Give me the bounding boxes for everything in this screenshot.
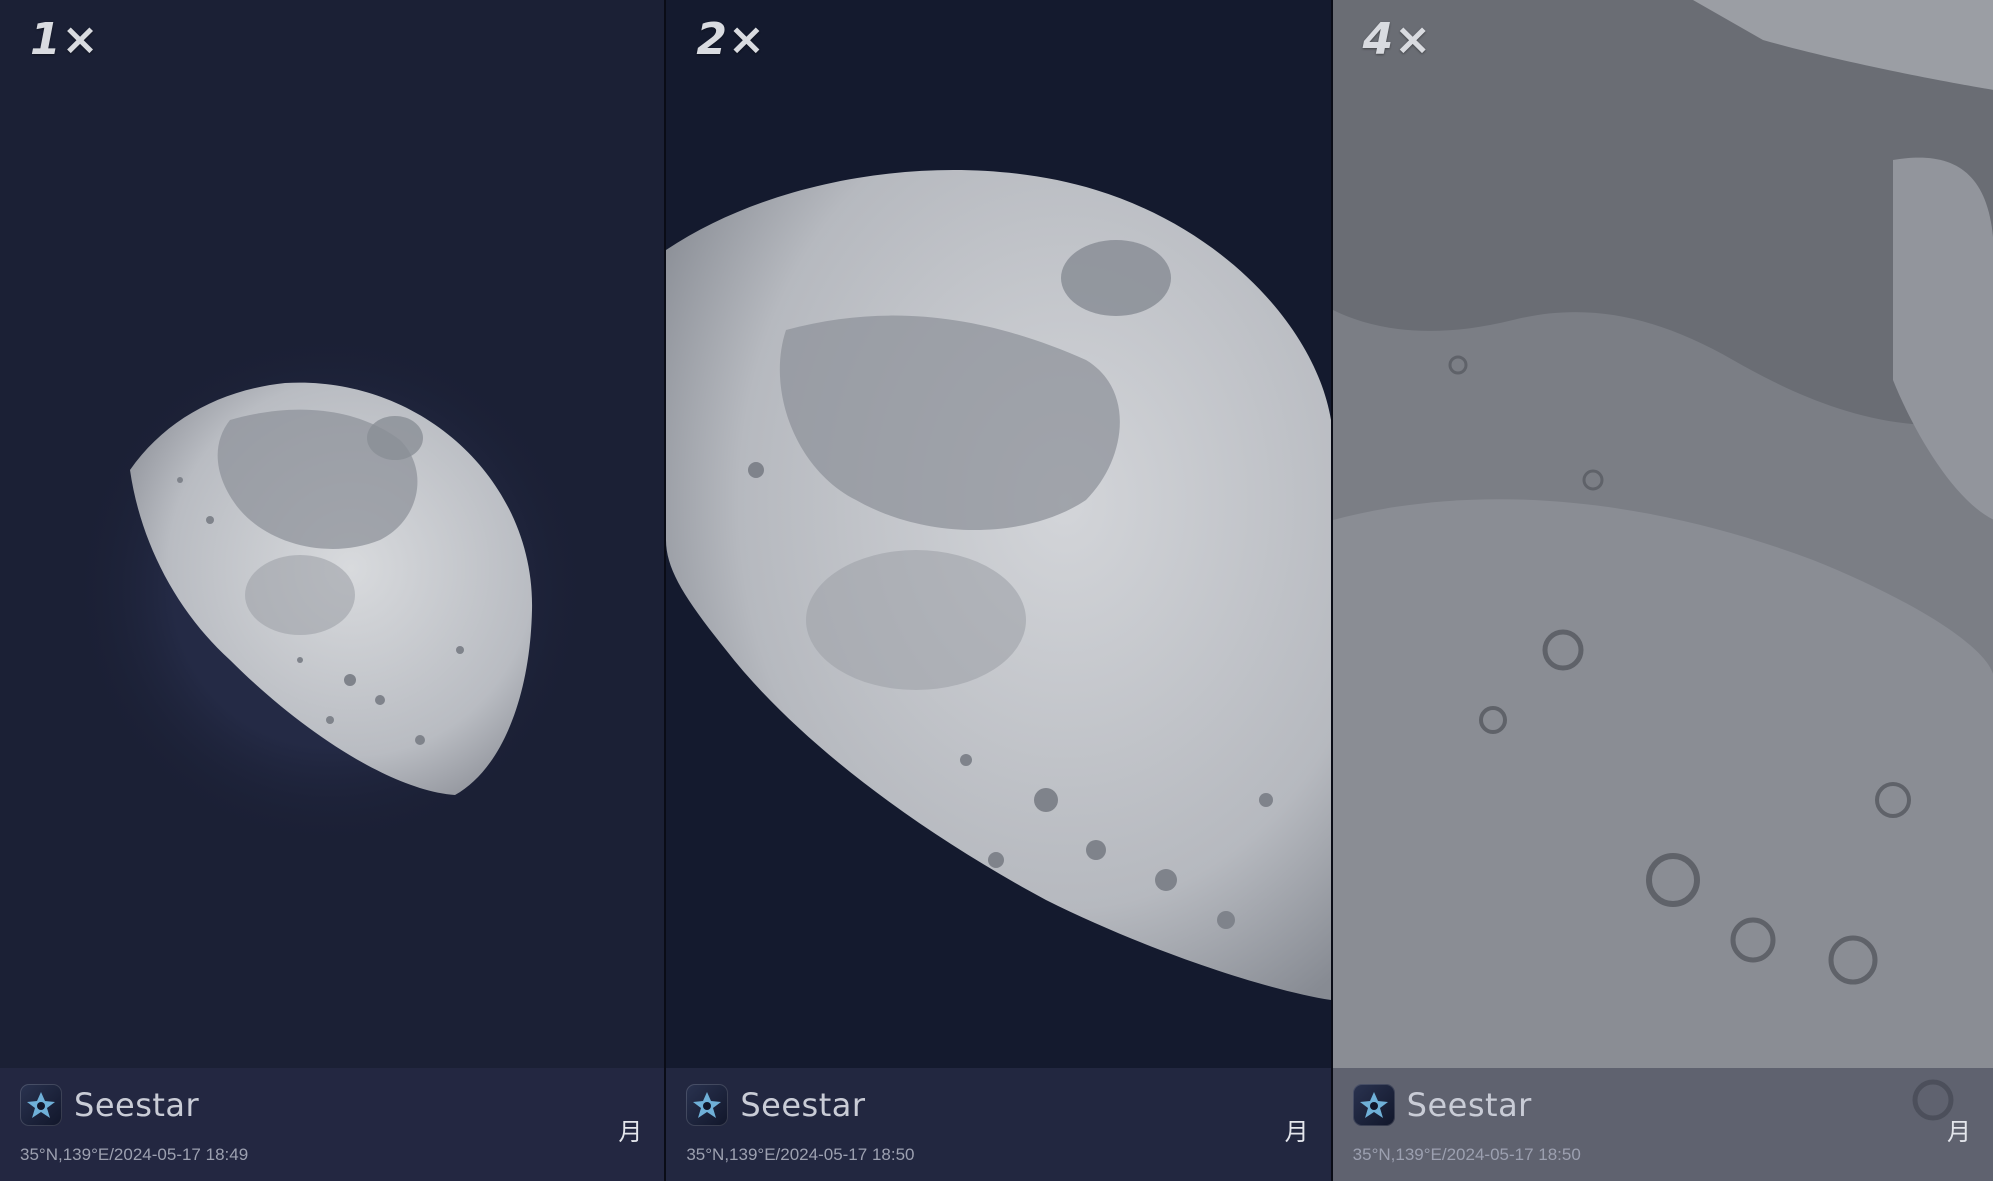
watermark-footer: Seestar 35°N,139°E/2024-05-17 18:50 月 [666,1068,1331,1181]
brand-name: Seestar [740,1086,866,1124]
brand-name: Seestar [74,1086,200,1124]
panel-2x: 2× Seestar 35°N,139°E/2024-05-17 18:50 月 [664,0,1331,1181]
brand: Seestar [20,1084,199,1126]
zoom-level-label: 1× [30,14,100,65]
moon-image-2x [666,170,1331,1000]
seestar-logo-icon [20,1084,62,1126]
seestar-logo-icon [686,1084,729,1126]
brand: Seestar [686,1084,865,1126]
brand-name: Seestar [1406,1086,1532,1124]
zoom-level-label: 4× [1362,14,1433,65]
seestar-logo-icon [1352,1084,1395,1126]
watermark-footer: Seestar 35°N,139°E/2024-05-17 18:50 月 [1332,1068,1993,1181]
panel-4x: 4× Seestar 35°N,139°E/2024-05-17 18:50 月 [1330,0,1993,1181]
comparison-strip: 1× Seestar 35°N,139°E/2024-05-17 18:49 月 [0,0,1993,1181]
target-label: 月 [618,1118,643,1146]
moon-image-1x [70,330,590,850]
location-timestamp: 35°N,139°E/2024-05-17 18:50 [686,1145,915,1164]
target-label: 月 [1284,1118,1309,1146]
watermark-footer: Seestar 35°N,139°E/2024-05-17 18:49 月 [0,1068,665,1181]
panel-1x: 1× Seestar 35°N,139°E/2024-05-17 18:49 月 [0,0,665,1181]
location-timestamp: 35°N,139°E/2024-05-17 18:50 [1352,1145,1581,1164]
zoom-level-label: 2× [696,14,766,65]
target-label: 月 [1947,1118,1971,1146]
moon-image-4x [1332,0,1993,1181]
brand: Seestar [1352,1084,1532,1126]
location-timestamp: 35°N,139°E/2024-05-17 18:49 [20,1145,249,1164]
